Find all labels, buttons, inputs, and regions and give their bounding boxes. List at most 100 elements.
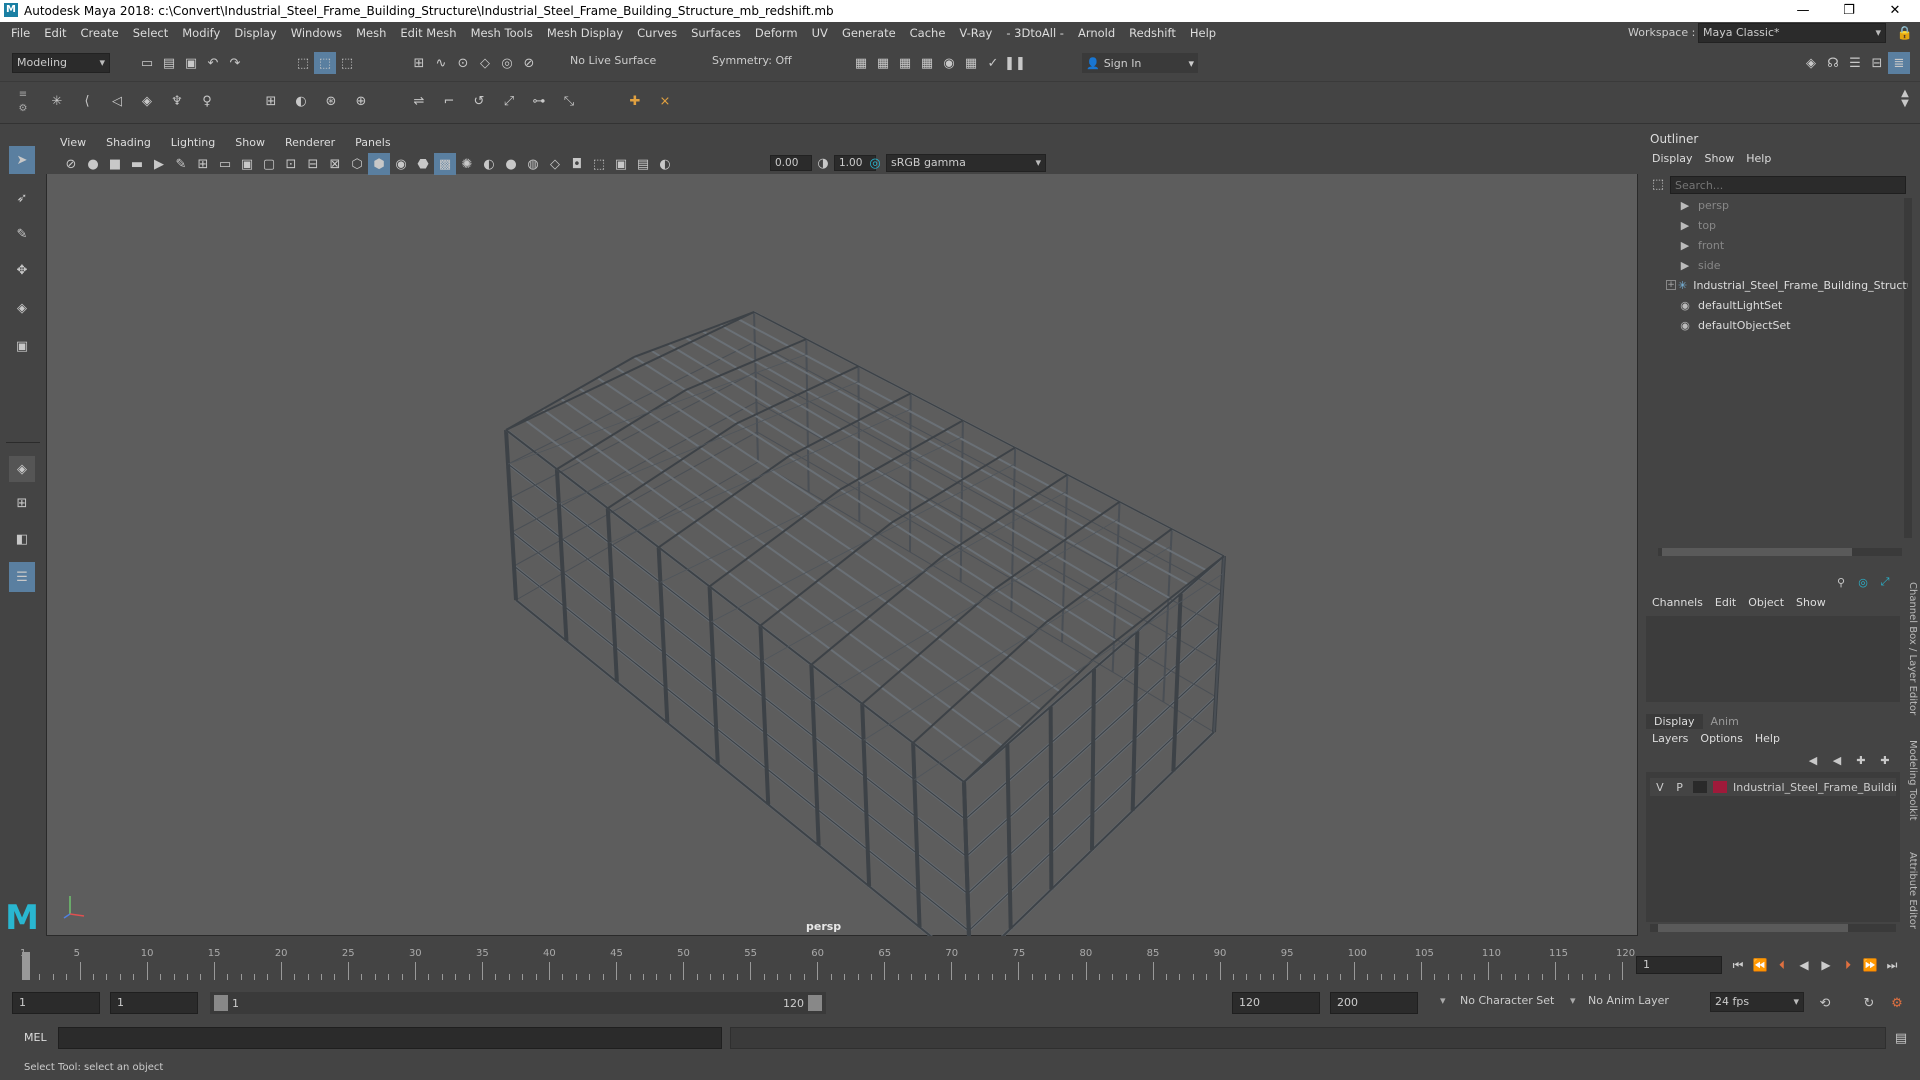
- wireframe-icon[interactable]: ⬡: [346, 153, 368, 175]
- single-perspective-view-icon[interactable]: ◈: [9, 456, 35, 482]
- menu-deform[interactable]: Deform: [748, 22, 805, 44]
- layer-name[interactable]: Industrial_Steel_Frame_Buildir: [1733, 781, 1896, 794]
- paint-select-tool-icon[interactable]: ✎: [9, 220, 35, 248]
- layer-visibility-toggle[interactable]: V: [1650, 781, 1670, 794]
- chevron-down-icon[interactable]: ▾: [1440, 994, 1446, 1007]
- motion-blur-icon[interactable]: ◍: [522, 153, 544, 175]
- xray-icon[interactable]: ▩: [434, 153, 456, 175]
- minimize-button[interactable]: —: [1780, 0, 1826, 22]
- constraint-scale-icon[interactable]: ⤢: [498, 90, 520, 112]
- constraint-pole-icon[interactable]: ⤡: [558, 90, 580, 112]
- outliner-menu-display[interactable]: Display: [1646, 152, 1699, 165]
- redshift-render-icon[interactable]: ✓: [982, 52, 1004, 74]
- menu-mesh[interactable]: Mesh: [349, 22, 393, 44]
- scale-tool-icon[interactable]: ▣: [9, 332, 35, 360]
- ik-spline-icon[interactable]: ◁: [106, 90, 128, 112]
- wireframe-on-shaded-icon[interactable]: ⬣: [412, 153, 434, 175]
- attribute-editor-icon[interactable]: ☰: [1844, 52, 1866, 74]
- steel-frame-wireframe[interactable]: [46, 174, 1638, 936]
- current-time-marker[interactable]: [22, 952, 30, 980]
- channel-box-area[interactable]: [1646, 616, 1900, 702]
- step-back-key-icon[interactable]: ⏪: [1750, 956, 1770, 974]
- menu-uv[interactable]: UV: [805, 22, 835, 44]
- lock-icon[interactable]: 🔒: [1894, 22, 1916, 44]
- grid-icon[interactable]: ⊞: [192, 153, 214, 175]
- menu-mesh-display[interactable]: Mesh Display: [540, 22, 630, 44]
- four-view-layout-icon[interactable]: ⊞: [9, 490, 35, 516]
- menu-surfaces[interactable]: Surfaces: [684, 22, 748, 44]
- menu-arnold[interactable]: Arnold: [1071, 22, 1122, 44]
- constraint-orient-icon[interactable]: ↺: [468, 90, 490, 112]
- time-slider[interactable]: 1510152025303540455055606570758085909510…: [0, 946, 1640, 982]
- move-layer-up-icon[interactable]: ◀: [1802, 752, 1824, 768]
- step-forward-key-icon[interactable]: ⏩: [1860, 956, 1880, 974]
- menu-create[interactable]: Create: [74, 22, 126, 44]
- anim-layer-label[interactable]: No Anim Layer: [1588, 994, 1669, 1007]
- expand-toggle-icon[interactable]: +: [1666, 280, 1676, 290]
- shadows-icon[interactable]: ◐: [478, 153, 500, 175]
- outliner-item[interactable]: ▶ side: [1678, 256, 1908, 274]
- mode-dropdown[interactable]: Modeling: [12, 53, 110, 73]
- shelf-menu-icon[interactable]: ≡ ⚙: [16, 88, 30, 118]
- menu-select[interactable]: Select: [126, 22, 175, 44]
- select-component-icon[interactable]: ⬚: [336, 52, 358, 74]
- live-surface-label[interactable]: No Live Surface: [570, 54, 656, 67]
- animation-end-field[interactable]: 200: [1330, 992, 1418, 1014]
- safe-title-icon[interactable]: ⊠: [324, 153, 346, 175]
- channel-box-menu-channels[interactable]: Channels: [1646, 596, 1709, 609]
- menu-mesh-tools[interactable]: Mesh Tools: [464, 22, 540, 44]
- outliner-menu-help[interactable]: Help: [1740, 152, 1777, 165]
- command-language-label[interactable]: MEL: [24, 1031, 47, 1044]
- layer-menu-options[interactable]: Options: [1694, 732, 1748, 745]
- outliner-menu-show[interactable]: Show: [1699, 152, 1741, 165]
- exposure-field[interactable]: 0.00: [770, 155, 812, 171]
- workspace-dropdown[interactable]: Maya Classic*: [1698, 23, 1886, 43]
- script-editor-icon[interactable]: ▤: [1890, 1027, 1912, 1049]
- hypershade-icon[interactable]: ▦: [960, 52, 982, 74]
- layer-tab-display[interactable]: Display: [1646, 714, 1703, 729]
- symmetry-label[interactable]: Symmetry: Off: [712, 54, 792, 67]
- camera-attributes-icon[interactable]: ●: [82, 153, 104, 175]
- character-set-label[interactable]: No Character Set: [1460, 994, 1554, 1007]
- film-gate-icon[interactable]: ▭: [214, 153, 236, 175]
- viewport-menu-shading[interactable]: Shading: [96, 134, 161, 152]
- viewport-menu-view[interactable]: View: [50, 134, 96, 152]
- current-frame-field[interactable]: 1: [1636, 956, 1722, 974]
- layer-color-swatch[interactable]: [1713, 781, 1727, 793]
- screen-space-ao-icon[interactable]: ●: [500, 153, 522, 175]
- bind-skin-icon[interactable]: ◈: [136, 90, 158, 112]
- tool-settings-icon[interactable]: ⊟: [1866, 52, 1888, 74]
- color-space-dropdown[interactable]: sRGB gamma: [886, 154, 1046, 172]
- paint-weights-icon[interactable]: ◐: [290, 90, 312, 112]
- move-layer-down-icon[interactable]: ◀: [1826, 752, 1848, 768]
- redo-icon[interactable]: ↷: [224, 52, 246, 74]
- anti-aliasing-icon[interactable]: ◇: [544, 153, 566, 175]
- outliner-horizontal-scrollbar[interactable]: [1658, 548, 1902, 556]
- smooth-bind-icon[interactable]: ⊞: [260, 90, 282, 112]
- camera-select-icon[interactable]: ⊘: [60, 153, 82, 175]
- auto-key-icon[interactable]: ↻: [1858, 992, 1880, 1014]
- depth-of-field-icon[interactable]: ◘: [566, 153, 588, 175]
- shelf-scroll-icon[interactable]: ▲ ▼: [1894, 88, 1916, 110]
- outliner-item[interactable]: ▶ front: [1678, 236, 1908, 254]
- image-plane-icon[interactable]: ▬: [126, 153, 148, 175]
- close-button[interactable]: ✕: [1872, 0, 1918, 22]
- render-view-icon[interactable]: ▦: [894, 52, 916, 74]
- move-tool-icon[interactable]: ✥: [9, 256, 35, 284]
- exposure-icon[interactable]: ◐: [654, 153, 676, 175]
- outliner-filter-icon[interactable]: ⬚: [1648, 174, 1668, 194]
- menu-curves[interactable]: Curves: [630, 22, 684, 44]
- step-forward-frame-icon[interactable]: ⏵: [1838, 956, 1858, 974]
- channel-key-icon[interactable]: ⚲: [1832, 574, 1850, 590]
- constraint-aim-icon[interactable]: ⊶: [528, 90, 550, 112]
- channel-box-icon[interactable]: ≣: [1888, 52, 1910, 74]
- play-backwards-icon[interactable]: ◀: [1794, 956, 1814, 974]
- constraint-parent-icon[interactable]: ⇌: [408, 90, 430, 112]
- sign-in-button[interactable]: 👤 Sign In ▾: [1082, 53, 1198, 73]
- pause-icon[interactable]: ❚❚: [1004, 52, 1026, 74]
- ik-handle-icon[interactable]: ⟨: [76, 90, 98, 112]
- playback-start-field[interactable]: 1: [110, 992, 198, 1014]
- fps-dropdown[interactable]: 24 fps: [1710, 992, 1804, 1012]
- render-settings-icon[interactable]: ◉: [938, 52, 960, 74]
- undo-icon[interactable]: ↶: [202, 52, 224, 74]
